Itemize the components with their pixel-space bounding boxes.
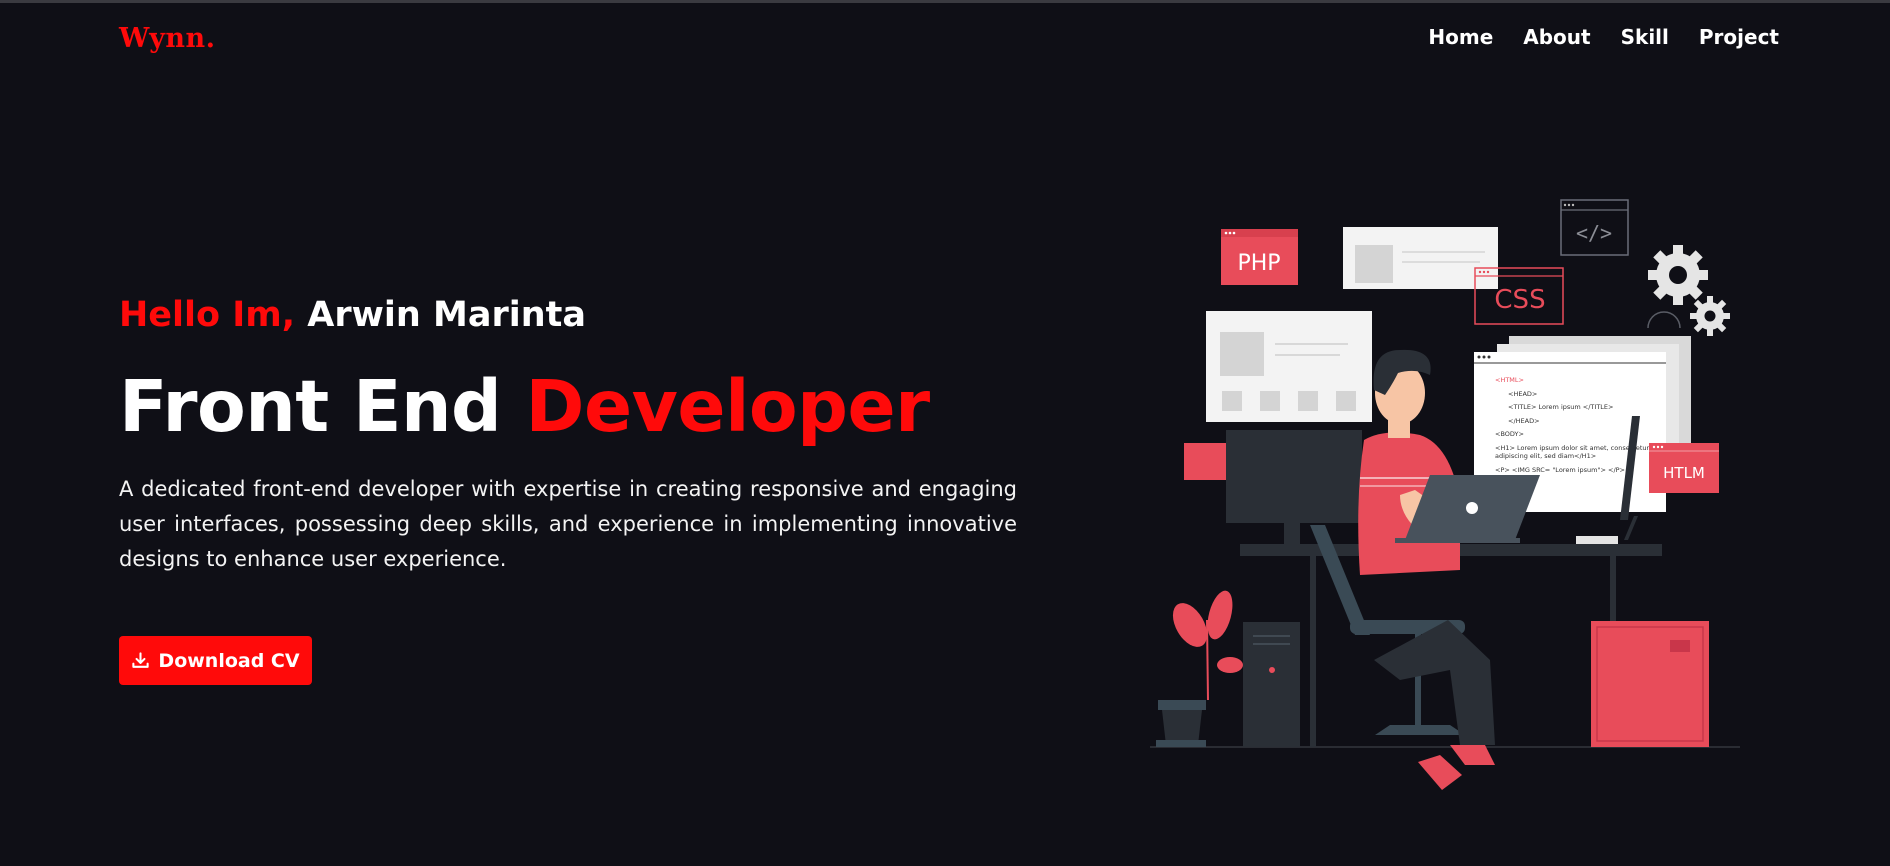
hero-description: A dedicated front-end developer with exp…	[119, 477, 1017, 571]
nav-link-about[interactable]: About	[1523, 25, 1590, 49]
plant	[1156, 590, 1243, 747]
code-line-4: </HEAD>	[1508, 417, 1540, 425]
htlm-label: HTLM	[1663, 464, 1705, 482]
ui-card-left	[1206, 311, 1372, 422]
navbar: Wynn. Home About Skill Project	[0, 3, 1890, 67]
code-line-8: <P> <IMG SRC= "Lorem ipsum"> </P>	[1495, 466, 1625, 474]
gear-icon	[1648, 245, 1708, 305]
gear-outline-icon	[1647, 311, 1681, 329]
css-tag: CSS	[1474, 267, 1564, 325]
nav-links: Home About Skill Project	[1428, 25, 1779, 49]
hero-greeting: Hello Im, Arwin Marinta	[119, 290, 1019, 340]
small-red-window	[1184, 443, 1228, 480]
nav-link-home[interactable]: Home	[1428, 25, 1493, 49]
title-red: Developer	[525, 365, 931, 448]
code-line-7: adipiscing elit, sed diam</H1>	[1495, 452, 1596, 460]
code-line-2: <HEAD>	[1508, 390, 1537, 398]
red-cabinet	[1591, 621, 1709, 747]
monitor	[1226, 430, 1362, 523]
hero-section: Hello Im, Arwin Marinta Front End Develo…	[119, 290, 1019, 577]
download-cv-button[interactable]: Download CV	[119, 636, 312, 685]
code-line-3: <TITLE> Lorem ipsum </TITLE>	[1508, 403, 1613, 411]
htlm-tag: HTLM	[1649, 443, 1719, 493]
developer-illustration: PHP </> CSS <HTML> <HEAD> <TITLE> Lorem …	[1150, 199, 1740, 790]
code-line-5: <BODY>	[1495, 430, 1524, 438]
nav-link-skill[interactable]: Skill	[1621, 25, 1669, 49]
code-window-icon: </>	[1560, 199, 1629, 256]
code-line-1: <HTML>	[1495, 376, 1524, 384]
monitor-stand	[1284, 523, 1300, 545]
book	[1576, 536, 1618, 544]
title-white: Front End	[119, 365, 502, 448]
nav-link-project[interactable]: Project	[1699, 25, 1779, 49]
php-label: PHP	[1237, 251, 1280, 276]
pc-tower	[1243, 622, 1300, 747]
download-cv-label: Download CV	[158, 649, 300, 672]
hero-title: Front End Developer	[119, 364, 1019, 450]
greeting-name: Arwin Marinta	[307, 295, 586, 335]
php-tag: PHP	[1221, 229, 1298, 285]
css-label: CSS	[1494, 285, 1545, 315]
download-icon	[132, 652, 150, 668]
greeting-intro: Hello Im,	[119, 295, 296, 335]
code-line-6: <H1> Lorem ipsum dolor sit amet, consect…	[1495, 444, 1649, 452]
logo[interactable]: Wynn.	[119, 23, 216, 54]
code-icon-label: </>	[1576, 221, 1612, 245]
small-gear-icon	[1690, 296, 1730, 336]
